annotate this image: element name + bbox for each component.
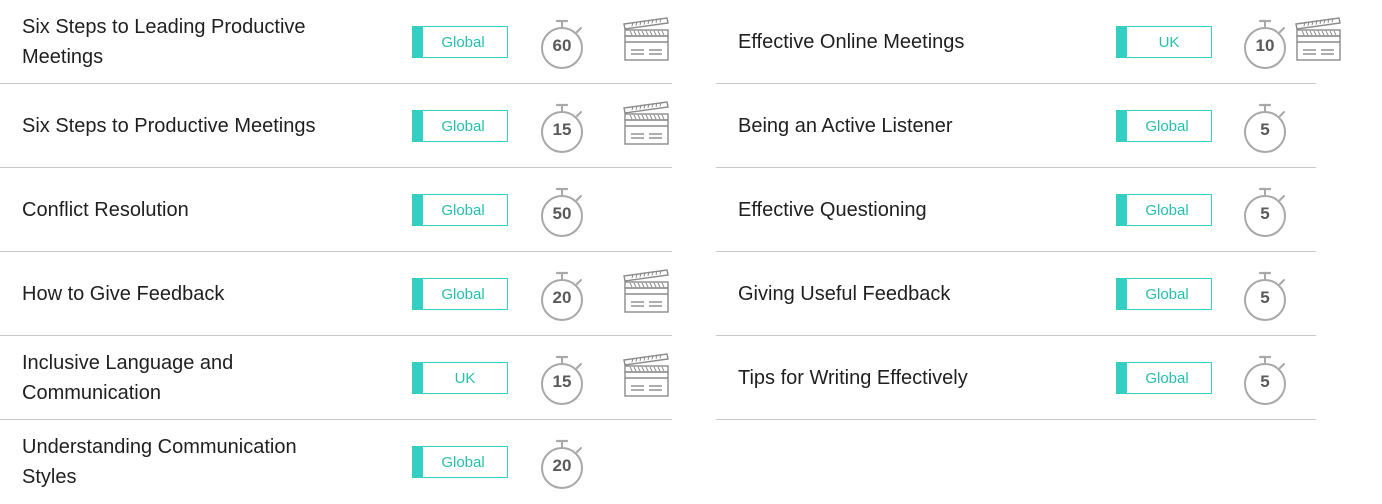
badge-bar — [1117, 279, 1127, 309]
badge-bar — [1117, 363, 1127, 393]
duration-minutes: 60 — [552, 36, 572, 55]
badge-bar — [413, 195, 423, 225]
region-label: Global — [441, 453, 485, 471]
clapperboard-icon[interactable] — [622, 268, 670, 316]
region-badge: UK — [1116, 26, 1212, 58]
region-badge: Global — [412, 26, 508, 58]
course-title[interactable]: Inclusive Language and Communication — [22, 336, 322, 419]
stopwatch-icon: 5 — [1240, 178, 1296, 240]
region-badge: Global — [412, 110, 508, 142]
duration-minutes: 15 — [552, 372, 572, 391]
stopwatch-icon: 15 — [537, 346, 593, 408]
course-row[interactable]: Inclusive Language and Communication UK … — [0, 336, 672, 420]
region-badge: UK — [412, 362, 508, 394]
course-title[interactable]: Being an Active Listener — [738, 84, 1098, 167]
course-list-right: Effective Online Meetings UK 10 Being an… — [716, 0, 1341, 420]
stopwatch-icon: 15 — [537, 94, 593, 156]
badge-bar — [1117, 195, 1127, 225]
region-badge: Global — [412, 194, 508, 226]
badge-bar — [413, 111, 423, 141]
course-title[interactable]: Six Steps to Leading Productive Meetings — [22, 0, 322, 83]
region-badge: Global — [412, 446, 508, 478]
clapperboard-icon[interactable] — [622, 100, 670, 148]
duration-minutes: 5 — [1260, 288, 1270, 307]
course-title[interactable]: Six Steps to Productive Meetings — [22, 84, 322, 167]
clapperboard-icon[interactable] — [622, 16, 670, 64]
course-row[interactable]: Conflict Resolution Global 50 — [0, 168, 672, 252]
course-title[interactable]: Effective Questioning — [738, 168, 1098, 251]
duration-minutes: 10 — [1255, 36, 1275, 55]
region-label: Global — [1145, 369, 1189, 387]
duration-minutes: 20 — [552, 288, 572, 307]
region-label: Global — [1145, 201, 1189, 219]
course-row[interactable]: Effective Questioning Global 5 — [716, 168, 1316, 252]
stopwatch-icon: 5 — [1240, 346, 1296, 408]
badge-bar — [413, 279, 423, 309]
region-label: Global — [441, 117, 485, 135]
stopwatch-icon: 60 — [537, 10, 593, 72]
region-badge: Global — [1116, 362, 1212, 394]
region-badge: Global — [1116, 278, 1212, 310]
course-row[interactable]: Being an Active Listener Global 5 — [716, 84, 1316, 168]
duration-minutes: 15 — [552, 120, 572, 139]
region-label: Global — [1145, 117, 1189, 135]
clapperboard-icon[interactable] — [622, 352, 670, 400]
badge-bar — [413, 363, 423, 393]
duration-minutes: 20 — [552, 456, 572, 475]
clapperboard-icon[interactable] — [1294, 16, 1342, 64]
region-label: UK — [454, 369, 476, 387]
region-badge: Global — [1116, 194, 1212, 226]
course-row[interactable]: Tips for Writing Effectively Global 5 — [716, 336, 1316, 420]
badge-bar — [1117, 111, 1127, 141]
region-badge: Global — [412, 278, 508, 310]
course-title[interactable]: Tips for Writing Effectively — [738, 336, 1098, 419]
region-badge: Global — [1116, 110, 1212, 142]
duration-minutes: 50 — [552, 204, 572, 223]
region-label: Global — [1145, 285, 1189, 303]
stopwatch-icon: 20 — [537, 262, 593, 324]
region-label: Global — [441, 201, 485, 219]
duration-minutes: 5 — [1260, 204, 1270, 223]
course-title[interactable]: Effective Online Meetings — [738, 0, 1098, 83]
badge-bar — [1117, 27, 1127, 57]
course-row[interactable]: Giving Useful Feedback Global 5 — [716, 252, 1316, 336]
course-row[interactable]: Six Steps to Productive Meetings Global … — [0, 84, 672, 168]
course-title[interactable]: Giving Useful Feedback — [738, 252, 1098, 335]
region-label: Global — [441, 33, 485, 51]
course-row[interactable]: How to Give Feedback Global 20 — [0, 252, 672, 336]
duration-minutes: 5 — [1260, 372, 1270, 391]
stopwatch-icon: 20 — [537, 430, 593, 492]
badge-bar — [413, 447, 423, 477]
course-row[interactable]: Understanding Communication Styles Globa… — [0, 420, 672, 504]
badge-bar — [413, 27, 423, 57]
region-label: Global — [441, 285, 485, 303]
stopwatch-icon: 5 — [1240, 94, 1296, 156]
course-row[interactable]: Six Steps to Leading Productive Meetings… — [0, 0, 672, 84]
stopwatch-icon: 10 — [1240, 10, 1296, 72]
duration-minutes: 5 — [1260, 120, 1270, 139]
course-title[interactable]: How to Give Feedback — [22, 252, 322, 335]
region-label: UK — [1158, 33, 1180, 51]
stopwatch-icon: 5 — [1240, 262, 1296, 324]
stopwatch-icon: 50 — [537, 178, 593, 240]
course-row[interactable]: Effective Online Meetings UK 10 — [716, 0, 1341, 84]
course-title[interactable]: Understanding Communication Styles — [22, 420, 322, 504]
course-list-left: Six Steps to Leading Productive Meetings… — [0, 0, 672, 504]
course-title[interactable]: Conflict Resolution — [22, 168, 322, 251]
